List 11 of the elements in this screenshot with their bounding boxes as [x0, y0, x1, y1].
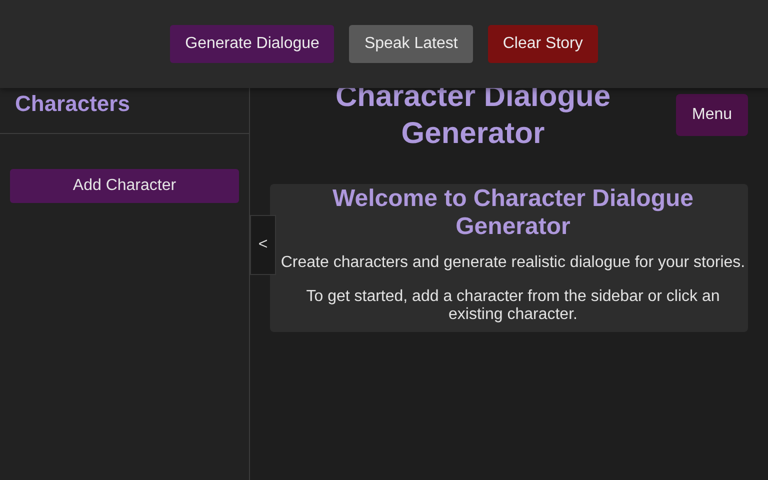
toolbar-button[interactable]: Generate Dialogue	[170, 25, 334, 63]
sidebar-toggle-button[interactable]: <	[250, 215, 276, 275]
toolbar-button[interactable]: Clear Story	[488, 25, 598, 63]
welcome-paragraph: To get started, add a character from the sidebar or click an existing character.	[305, 288, 721, 324]
welcome-heading: Welcome to Character Dialogue Generator	[332, 184, 694, 241]
toolbar-button[interactable]: Speak Latest	[349, 25, 473, 63]
page-title: Character Dialogue Generator	[334, 79, 612, 152]
sidebar-title: Characters	[15, 90, 131, 118]
menu-button[interactable]: Menu	[676, 94, 748, 136]
welcome-paragraph: Create characters and generate realistic dialogue for your stories.	[280, 254, 746, 272]
add-character-button[interactable]: Add Character	[10, 169, 239, 203]
